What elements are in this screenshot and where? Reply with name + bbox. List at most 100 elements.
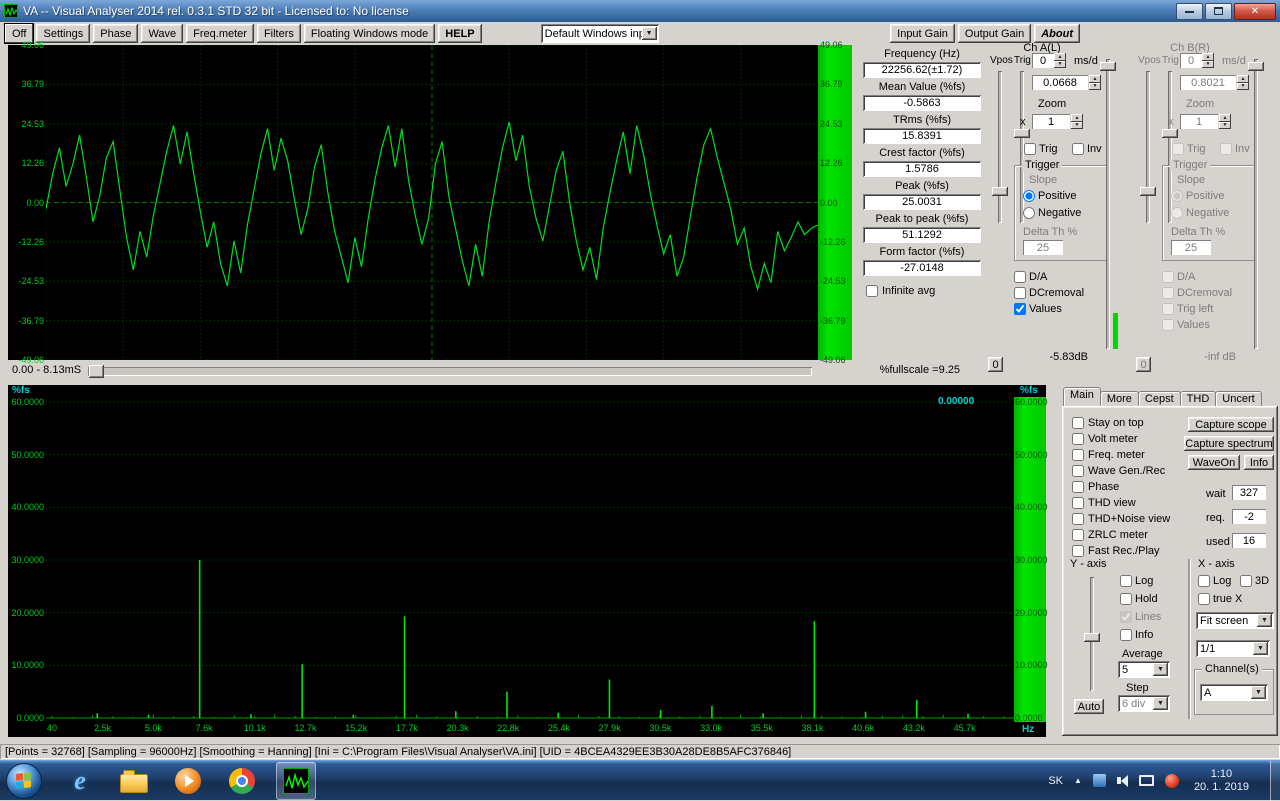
da-checkbox-a[interactable]: D/A bbox=[1014, 271, 1047, 283]
checkbox-input[interactable] bbox=[1072, 433, 1084, 445]
inv-checkbox-b-input[interactable] bbox=[1220, 143, 1232, 155]
start-button[interactable] bbox=[6, 763, 42, 799]
output-gain-button[interactable]: Output Gain bbox=[958, 24, 1031, 43]
gain-slider-b-thumb[interactable] bbox=[1248, 62, 1264, 71]
da-checkbox-b[interactable]: D/A bbox=[1162, 271, 1195, 283]
tray-update-icon[interactable] bbox=[1093, 774, 1106, 787]
gain-slider-a[interactable] bbox=[1106, 59, 1110, 349]
step-combo[interactable]: 6 div ▼ bbox=[1118, 695, 1170, 712]
y-axis-zoom-slider-thumb[interactable] bbox=[1084, 633, 1100, 642]
zero-button-a[interactable]: 0 bbox=[988, 357, 1003, 372]
trig-slider-b-thumb[interactable] bbox=[1162, 129, 1178, 138]
values-checkbox-a[interactable]: Values bbox=[1014, 303, 1062, 315]
vpos-slider-b[interactable] bbox=[1146, 71, 1150, 223]
ratio-combo[interactable]: 1/1 ▼ bbox=[1196, 640, 1270, 657]
da-checkbox-a-input[interactable] bbox=[1014, 271, 1026, 283]
about-button[interactable]: About bbox=[1034, 24, 1080, 43]
fit-screen-combo[interactable]: Fit screen ▼ bbox=[1196, 612, 1274, 629]
trig-left-checkbox-b-input[interactable] bbox=[1162, 303, 1174, 315]
settings-button[interactable]: Settings bbox=[36, 24, 90, 43]
scope-scrollbar-thumb[interactable] bbox=[89, 365, 104, 378]
vpos-slider-a[interactable] bbox=[998, 71, 1002, 223]
analysis-checkbox-zrlc-meter[interactable]: ZRLC meter bbox=[1072, 527, 1170, 543]
analysis-checkbox-thd-noise-view[interactable]: THD+Noise view bbox=[1072, 511, 1170, 527]
dcremoval-checkbox-a-input[interactable] bbox=[1014, 287, 1026, 299]
taskbar-explorer-icon[interactable] bbox=[114, 762, 154, 800]
zoom-spinner-a-buttons[interactable]: ▲▼ bbox=[1071, 114, 1083, 129]
auto-button[interactable]: Auto bbox=[1074, 699, 1104, 714]
negative-radio-b-input[interactable] bbox=[1171, 207, 1183, 219]
values-checkbox-b-input[interactable] bbox=[1162, 319, 1174, 331]
checkbox-input[interactable] bbox=[1072, 497, 1084, 509]
negative-radio-a[interactable]: Negative bbox=[1023, 207, 1081, 219]
hold-checkbox-input[interactable] bbox=[1120, 593, 1132, 605]
scope-plot[interactable] bbox=[46, 45, 818, 360]
ms-per-div-spinner-b[interactable]: 0 bbox=[1180, 53, 1202, 68]
inv-checkbox-b[interactable]: Inv bbox=[1220, 143, 1250, 155]
average-combo[interactable]: 5 ▼ bbox=[1118, 661, 1170, 678]
analysis-checkbox-freq-meter[interactable]: Freq. meter bbox=[1072, 447, 1170, 463]
wave-button[interactable]: Wave bbox=[141, 24, 183, 43]
gain-slider-b[interactable] bbox=[1254, 59, 1258, 349]
ms-per-div-spinner-b-buttons[interactable]: ▲▼ bbox=[1202, 53, 1214, 68]
filters-button[interactable]: Filters bbox=[257, 24, 301, 43]
analysis-checkbox-fast-rec-play[interactable]: Fast Rec./Play bbox=[1072, 543, 1170, 559]
values-checkbox-a-input[interactable] bbox=[1014, 303, 1026, 315]
freq-meter-button[interactable]: Freq.meter bbox=[186, 24, 254, 43]
show-hidden-icons-button[interactable]: ▲ bbox=[1074, 776, 1082, 785]
3d-checkbox[interactable]: 3D bbox=[1240, 575, 1269, 587]
dcremoval-checkbox-a[interactable]: DCremoval bbox=[1014, 287, 1084, 299]
trig-checkbox-a-input[interactable] bbox=[1024, 143, 1036, 155]
network-icon[interactable] bbox=[1139, 775, 1154, 786]
trig-checkbox-b[interactable]: Trig bbox=[1172, 143, 1206, 155]
positive-radio-a[interactable]: Positive bbox=[1023, 190, 1077, 202]
inv-checkbox-a-input[interactable] bbox=[1072, 143, 1084, 155]
y-log-checkbox[interactable]: Log bbox=[1120, 575, 1153, 587]
ms-per-div-spinner-a[interactable]: 0 bbox=[1032, 53, 1054, 68]
spectrum-plot[interactable] bbox=[46, 385, 1014, 722]
tab-more[interactable]: More bbox=[1100, 391, 1139, 406]
vpos-slider-b-thumb[interactable] bbox=[1140, 187, 1156, 196]
info-button[interactable]: Info bbox=[1244, 455, 1274, 470]
tab-thd[interactable]: THD bbox=[1180, 391, 1217, 406]
scope-scrollbar[interactable] bbox=[88, 367, 812, 376]
negative-radio-a-input[interactable] bbox=[1023, 207, 1035, 219]
positive-radio-b-input[interactable] bbox=[1171, 190, 1183, 202]
vpos-slider-a-thumb[interactable] bbox=[992, 187, 1008, 196]
floating-windows-button[interactable]: Floating Windows mode bbox=[304, 24, 435, 43]
wait-value[interactable]: 327 bbox=[1232, 485, 1266, 500]
checkbox-input[interactable] bbox=[1072, 545, 1084, 557]
da-checkbox-b-input[interactable] bbox=[1162, 271, 1174, 283]
language-indicator[interactable]: SK bbox=[1048, 775, 1063, 787]
lines-checkbox[interactable]: Lines bbox=[1120, 611, 1161, 623]
minimize-button[interactable] bbox=[1176, 3, 1203, 20]
zoom-spinner-b-buttons[interactable]: ▲▼ bbox=[1219, 114, 1231, 129]
delta-th-value-a[interactable]: 25 bbox=[1023, 240, 1063, 255]
taskbar-media-player-icon[interactable] bbox=[168, 762, 208, 800]
analysis-checkbox-wave-gen-rec[interactable]: Wave Gen./Rec bbox=[1072, 463, 1170, 479]
trig-left-checkbox-b[interactable]: Trig left bbox=[1162, 303, 1213, 315]
capture-spectrum-button[interactable]: Capture spectrum bbox=[1184, 436, 1274, 451]
show-desktop-button[interactable] bbox=[1270, 761, 1280, 801]
used-value[interactable]: 16 bbox=[1232, 533, 1266, 548]
checkbox-input[interactable] bbox=[1072, 513, 1084, 525]
volume-icon[interactable] bbox=[1117, 775, 1128, 787]
maximize-button[interactable] bbox=[1205, 3, 1232, 20]
3d-checkbox-input[interactable] bbox=[1240, 575, 1252, 587]
x-log-checkbox-input[interactable] bbox=[1198, 575, 1210, 587]
zoom-spinner-b[interactable]: 1 bbox=[1180, 114, 1218, 129]
zoom-spinner-a[interactable]: 1 bbox=[1032, 114, 1070, 129]
infinite-avg-checkbox[interactable]: Infinite avg bbox=[866, 285, 986, 297]
tray-notification-icon[interactable] bbox=[1165, 774, 1179, 788]
req-value[interactable]: -2 bbox=[1232, 509, 1266, 524]
checkbox-input[interactable] bbox=[1072, 465, 1084, 477]
help-button[interactable]: HELP bbox=[438, 24, 481, 43]
inv-checkbox-a[interactable]: Inv bbox=[1072, 143, 1102, 155]
close-button[interactable]: ✕ bbox=[1234, 3, 1276, 20]
true-x-checkbox[interactable]: true X bbox=[1198, 593, 1242, 605]
input-gain-button[interactable]: Input Gain bbox=[890, 24, 955, 43]
taskbar-visual-analyser-icon[interactable] bbox=[276, 762, 316, 800]
true-x-checkbox-input[interactable] bbox=[1198, 593, 1210, 605]
dcremoval-checkbox-b-input[interactable] bbox=[1162, 287, 1174, 299]
info-checkbox[interactable]: Info bbox=[1120, 629, 1153, 641]
